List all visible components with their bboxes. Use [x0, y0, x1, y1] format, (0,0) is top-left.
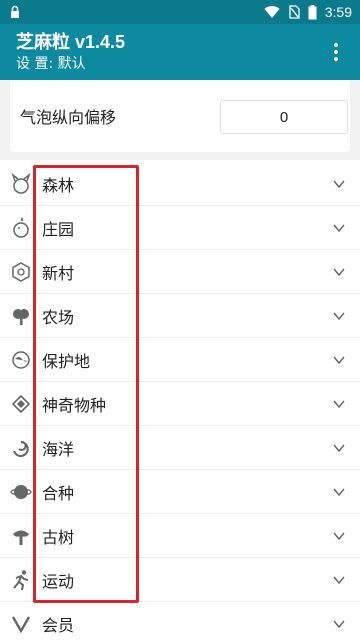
menu-item-label: 神奇物种 [42, 395, 107, 415]
app-bar: 芝麻粒 v1.4.5 设 置: 默认 [0, 24, 360, 80]
battery-icon [308, 4, 317, 19]
status-bar: 3:59 [0, 0, 360, 24]
runner-icon [13, 570, 29, 591]
menu-item-label: 庄园 [42, 219, 75, 239]
menu-item-ancient-tree[interactable]: 古树 [0, 514, 360, 558]
menu-item-ocean[interactable]: 海洋 [0, 426, 360, 470]
setting-card: 气泡纵向偏移 0 [10, 80, 350, 152]
wave-icon [13, 440, 29, 457]
menu-item-label: 运动 [42, 571, 75, 591]
menu-list: 森林 庄园 新村 农场 保护地 神奇物种 海洋 合种 古树 运动 会员 [0, 162, 360, 640]
globe-icon [12, 351, 30, 369]
menu-item-protected-area[interactable]: 保护地 [0, 338, 360, 382]
wifi-icon [264, 6, 280, 19]
more-options-button[interactable] [324, 40, 348, 64]
menu-item-manor[interactable]: 庄园 [0, 206, 360, 250]
menu-item-farm[interactable]: 农场 [0, 294, 360, 338]
overflow-dot-icon [334, 43, 338, 47]
no-sim-icon [289, 5, 300, 19]
forest-icon [11, 173, 31, 194]
clock: 3:59 [324, 4, 352, 20]
overflow-dot-icon [334, 50, 338, 54]
old-tree-icon [13, 530, 29, 545]
planet-icon [10, 485, 32, 499]
chevron-down-icon [333, 356, 345, 365]
menu-item-label: 森林 [42, 175, 75, 195]
menu-item-label: 海洋 [42, 439, 75, 459]
chevron-down-icon [333, 312, 345, 321]
member-icon [11, 616, 31, 634]
diamond-icon [11, 394, 31, 414]
menu-item-sport[interactable]: 运动 [0, 558, 360, 602]
menu-item-magic-species[interactable]: 神奇物种 [0, 382, 360, 426]
chevron-down-icon [333, 180, 345, 189]
chevron-down-icon [333, 224, 345, 233]
menu-item-label: 古树 [42, 527, 75, 547]
menu-item-co-planting[interactable]: 合种 [0, 470, 360, 514]
chevron-down-icon [333, 268, 345, 277]
app-title: 芝麻粒 v1.4.5 [16, 32, 126, 52]
menu-item-member[interactable]: 会员 [0, 602, 360, 640]
setting-label: 气泡纵向偏移 [20, 108, 117, 127]
menu-item-forest[interactable]: 森林 [0, 162, 360, 206]
farm-tree-icon [13, 309, 29, 325]
chick-icon [13, 217, 29, 238]
menu-item-label: 会员 [42, 615, 75, 635]
chevron-down-icon [333, 444, 345, 453]
chevron-down-icon [333, 532, 345, 541]
chevron-down-icon [333, 488, 345, 497]
menu-item-label: 合种 [42, 483, 75, 503]
menu-item-label: 农场 [42, 307, 75, 327]
chevron-down-icon [333, 400, 345, 409]
lock-icon [11, 5, 19, 18]
menu-item-label: 保护地 [42, 351, 91, 371]
chevron-down-icon [333, 620, 345, 629]
bubble-offset-input[interactable]: 0 [220, 100, 348, 134]
app-subtitle: 设 置: 默认 [16, 56, 86, 72]
chevron-down-icon [333, 576, 345, 585]
village-icon [12, 262, 30, 282]
overflow-dot-icon [334, 57, 338, 61]
menu-item-label: 新村 [42, 263, 75, 283]
menu-item-village[interactable]: 新村 [0, 250, 360, 294]
